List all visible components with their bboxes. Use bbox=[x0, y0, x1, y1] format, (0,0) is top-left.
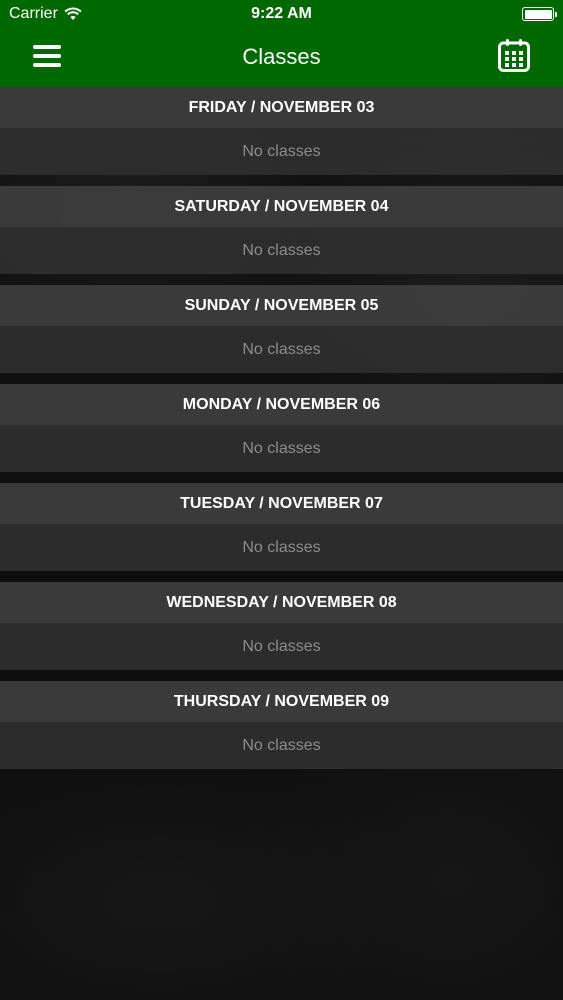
top-bar: Carrier 9:22 AM Classes bbox=[0, 0, 563, 87]
empty-classes-message: No classes bbox=[0, 128, 563, 175]
day-section: FRIDAY / NOVEMBER 03 No classes bbox=[0, 87, 563, 175]
empty-classes-message: No classes bbox=[0, 326, 563, 373]
page-title: Classes bbox=[242, 44, 321, 69]
status-bar: Carrier 9:22 AM bbox=[0, 0, 563, 28]
day-section: WEDNESDAY / NOVEMBER 08 No classes bbox=[0, 582, 563, 670]
battery-icon bbox=[522, 7, 557, 21]
day-header: SATURDAY / NOVEMBER 04 bbox=[0, 186, 563, 227]
battery-level bbox=[524, 9, 552, 19]
day-header: MONDAY / NOVEMBER 06 bbox=[0, 384, 563, 425]
day-section: MONDAY / NOVEMBER 06 No classes bbox=[0, 384, 563, 472]
day-section: SATURDAY / NOVEMBER 04 No classes bbox=[0, 186, 563, 274]
day-section: THURSDAY / NOVEMBER 09 No classes bbox=[0, 681, 563, 769]
day-section: TUESDAY / NOVEMBER 07 No classes bbox=[0, 483, 563, 571]
day-header: SUNDAY / NOVEMBER 05 bbox=[0, 285, 563, 326]
day-header: WEDNESDAY / NOVEMBER 08 bbox=[0, 582, 563, 623]
day-header: THURSDAY / NOVEMBER 09 bbox=[0, 681, 563, 722]
calendar-icon bbox=[498, 39, 530, 72]
day-header: TUESDAY / NOVEMBER 07 bbox=[0, 483, 563, 524]
day-section: SUNDAY / NOVEMBER 05 No classes bbox=[0, 285, 563, 373]
empty-classes-message: No classes bbox=[0, 623, 563, 670]
classes-screen: Carrier 9:22 AM Classes FRIDAY / NOVEMBE… bbox=[0, 0, 563, 1000]
empty-classes-message: No classes bbox=[0, 722, 563, 769]
day-header: FRIDAY / NOVEMBER 03 bbox=[0, 87, 563, 128]
nav-bar: Classes bbox=[0, 28, 563, 87]
empty-classes-message: No classes bbox=[0, 524, 563, 571]
empty-classes-message: No classes bbox=[0, 425, 563, 472]
empty-classes-message: No classes bbox=[0, 227, 563, 274]
status-time: 9:22 AM bbox=[251, 5, 312, 22]
calendar-button[interactable] bbox=[498, 38, 530, 72]
class-schedule-list: FRIDAY / NOVEMBER 03 No classes SATURDAY… bbox=[0, 87, 563, 780]
